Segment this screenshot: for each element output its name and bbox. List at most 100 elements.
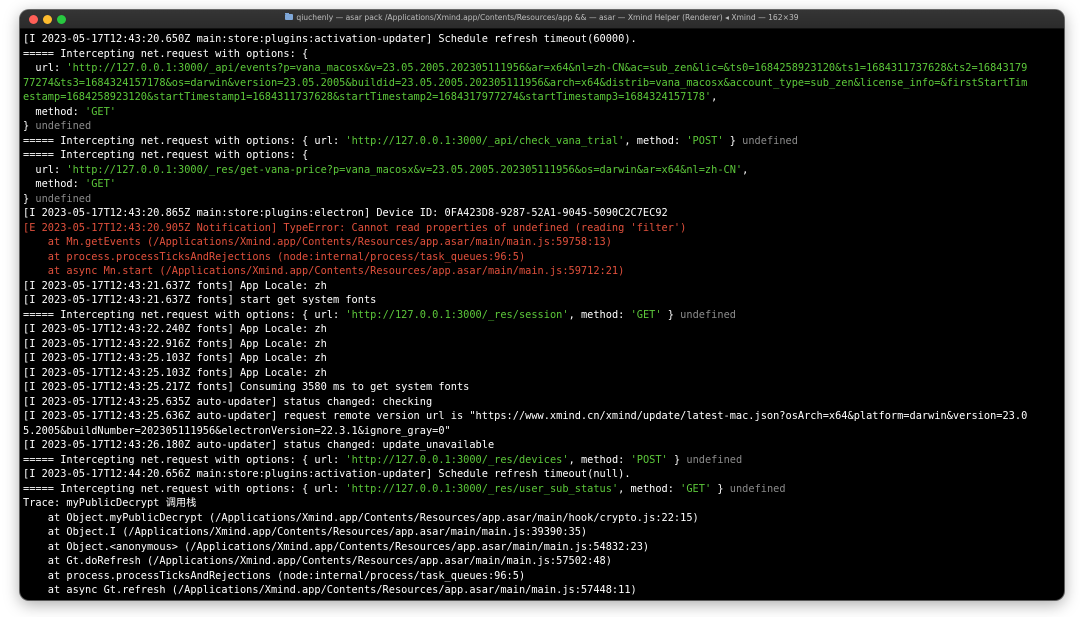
terminal-line: [I 2023-05-17T12:43:22.240Z fonts] App L… <box>23 322 1064 337</box>
terminal-text-segment: 'GET' <box>680 482 712 495</box>
terminal-line: at async Gt.refresh (/Applications/Xmind… <box>23 583 1064 598</box>
terminal-text-segment: undefined <box>742 134 798 147</box>
terminal-text-segment: at async Gt.refresh (/Applications/Xmind… <box>23 584 637 596</box>
terminal-text-segment: [E 2023-05-17T12:43:20.905Z Notification… <box>23 221 687 234</box>
terminal-text-segment: at Object.I (/Applications/Xmind.app/Con… <box>23 526 588 538</box>
terminal-text-segment: ===== Intercepting net.request with opti… <box>23 47 309 60</box>
terminal-text-segment: estamp=1684258923120&startTimestamp1=168… <box>23 91 712 103</box>
terminal-line: at Gt.doRefresh (/Applications/Xmind.app… <box>23 554 1064 569</box>
terminal-text-segment: method: <box>23 178 85 190</box>
terminal-line: [I 2023-05-17T12:43:25.217Z fonts] Consu… <box>23 380 1064 395</box>
terminal-line: } undefined <box>23 192 1064 207</box>
terminal-line: [I 2023-05-17T12:43:25.103Z fonts] App L… <box>23 366 1064 381</box>
terminal-text-segment: , method: <box>568 308 631 321</box>
terminal-line: ===== Intercepting net.request with opti… <box>23 482 1064 497</box>
terminal-line: at process.processTicksAndRejections (no… <box>23 250 1064 265</box>
terminal-line: [I 2023-05-17T12:43:25.635Z auto-updater… <box>23 395 1064 410</box>
terminal-text-segment: undefined <box>35 120 92 132</box>
terminal-line: url: 'http://127.0.0.1:3000/_api/events?… <box>23 61 1064 76</box>
terminal-text-segment: at async Mn.start (/Applications/Xmind.a… <box>23 265 625 277</box>
terminal-text-segment: [I 2023-05-17T12:43:22.240Z fonts] App L… <box>23 323 327 335</box>
terminal-text-segment: [I 2023-05-17T12:43:20.650Z main:store:p… <box>23 33 637 45</box>
terminal-text-segment: , <box>742 163 749 176</box>
terminal-line: at Object.I (/Applications/Xmind.app/Con… <box>23 525 1064 540</box>
terminal-text-segment: [I 2023-05-17T12:43:25.103Z fonts] App L… <box>23 352 327 364</box>
terminal-text-segment: undefined <box>35 192 92 205</box>
terminal-text-segment: undefined <box>686 453 743 466</box>
terminal-text-segment: undefined <box>729 482 786 495</box>
terminal-text-segment: [I 2023-05-17T12:43:25.103Z fonts] App L… <box>23 366 327 379</box>
terminal-line: ===== Intercepting net.request with opti… <box>23 148 1064 163</box>
terminal-text-segment: , <box>711 91 718 103</box>
terminal-output[interactable]: [I 2023-05-17T12:43:20.650Z main:store:p… <box>20 30 1064 600</box>
terminal-line: at async Mn.start (/Applications/Xmind.a… <box>23 264 1064 279</box>
terminal-line: at Object.<anonymous> (/Applications/Xmi… <box>23 540 1064 555</box>
terminal-line: [I 2023-05-17T12:43:25.103Z fonts] App L… <box>23 351 1064 366</box>
terminal-text-segment: 'http://127.0.0.1:3000/_res/get-vana-pri… <box>66 163 743 176</box>
terminal-line: [I 2023-05-17T12:43:25.636Z auto-updater… <box>23 409 1064 424</box>
terminal-text-segment: at process.processTicksAndRejections (no… <box>23 569 526 582</box>
terminal-text-segment: at process.processTicksAndRejections (no… <box>23 250 526 263</box>
terminal-text-segment: , method: <box>618 482 681 495</box>
terminal-text-segment: ===== Intercepting net.request with opti… <box>23 482 346 495</box>
terminal-text-segment: 'http://127.0.0.1:3000/_res/devices' <box>345 453 569 466</box>
terminal-text-segment: 'http://127.0.0.1:3000/_api/check_vana_t… <box>345 134 625 147</box>
terminal-text-segment: url: <box>23 62 67 74</box>
terminal-line: Trace: myPublicDecrypt 调用栈 <box>23 496 1064 511</box>
title-bar[interactable]: qiuchenly — asar pack /Applications/Xmin… <box>20 10 1064 29</box>
terminal-text-segment: 'GET' <box>85 105 116 118</box>
terminal-text-segment: undefined <box>680 308 736 321</box>
folder-icon <box>285 13 294 20</box>
terminal-line: ===== Intercepting net.request with opti… <box>23 453 1064 468</box>
terminal-text-segment: at Gt.doRefresh (/Applications/Xmind.app… <box>23 555 612 567</box>
terminal-line: method: 'GET' <box>23 105 1064 120</box>
terminal-line: ===== Intercepting net.request with opti… <box>23 47 1064 62</box>
terminal-line: [I 2023-05-17T12:43:26.180Z auto-updater… <box>23 438 1064 453</box>
terminal-text-segment: 'POST' <box>630 453 668 466</box>
terminal-text-segment: 'POST' <box>686 134 724 147</box>
terminal-text-segment: ===== Intercepting net.request with opti… <box>23 134 346 147</box>
terminal-line: ===== Intercepting net.request with opti… <box>23 308 1064 323</box>
terminal-text-segment: 'GET' <box>630 308 662 321</box>
terminal-line: at Mn.getEvents (/Applications/Xmind.app… <box>23 235 1064 250</box>
terminal-text-segment: [I 2023-05-17T12:43:21.637Z fonts] App L… <box>23 279 327 292</box>
terminal-text-segment: [I 2023-05-17T12:43:22.916Z fonts] App L… <box>23 337 327 350</box>
terminal-text-segment: ===== Intercepting net.request with opti… <box>23 149 309 161</box>
terminal-line: method: 'GET' <box>23 177 1064 192</box>
terminal-line: [I 2023-05-17T12:43:21.637Z fonts] start… <box>23 293 1064 308</box>
terminal-text-segment: at Mn.getEvents (/Applications/Xmind.app… <box>23 236 612 248</box>
terminal-text-segment: } <box>723 134 743 147</box>
terminal-line: [I 2023-05-17T12:44:20.656Z main:store:p… <box>23 467 1064 482</box>
terminal-line: [I 2023-05-17T12:43:20.865Z main:store:p… <box>23 206 1064 221</box>
terminal-text-segment: [I 2023-05-17T12:44:20.656Z main:store:p… <box>23 468 631 480</box>
terminal-text-segment: url: <box>23 163 67 176</box>
terminal-text-segment: [I 2023-05-17T12:43:25.636Z auto-updater… <box>23 410 1028 422</box>
terminal-text-segment: 'http://127.0.0.1:3000/_res/user_sub_sta… <box>345 482 619 495</box>
terminal-text-segment: , method: <box>624 134 687 147</box>
terminal-text-segment: at Object.<anonymous> (/Applications/Xmi… <box>23 540 650 553</box>
terminal-line: at process.processTicksAndRejections (no… <box>23 569 1064 584</box>
terminal-text-segment: 'http://127.0.0.1:3000/_api/events?p=van… <box>66 62 1028 74</box>
terminal-line: ===== Intercepting net.request with opti… <box>23 134 1064 149</box>
window-title-wrap: qiuchenly — asar pack /Applications/Xmin… <box>20 13 1064 22</box>
terminal-line: 5.2005&buildNumber=202305111956&electron… <box>23 424 1064 439</box>
terminal-line: estamp=1684258923120&startTimestamp1=168… <box>23 90 1064 105</box>
terminal-text-segment: } <box>23 192 36 205</box>
terminal-text-segment: ===== Intercepting net.request with opti… <box>23 308 346 321</box>
window-title: qiuchenly — asar pack /Applications/Xmin… <box>296 13 799 22</box>
terminal-text-segment: 5.2005&buildNumber=202305111956&electron… <box>23 424 451 437</box>
terminal-line: 77274&ts3=1684324157178&os=darwin&versio… <box>23 76 1064 91</box>
terminal-line: } undefined <box>23 119 1064 134</box>
terminal-text-segment: [I 2023-05-17T12:43:21.637Z fonts] start… <box>23 294 377 306</box>
terminal-text-segment: } <box>661 308 681 321</box>
terminal-text-segment: 'GET' <box>85 178 116 190</box>
terminal-line: at Object.myPublicDecrypt (/Applications… <box>23 511 1064 526</box>
terminal-text-segment: } <box>711 482 730 495</box>
terminal-line: [E 2023-05-17T12:43:20.905Z Notification… <box>23 221 1064 236</box>
terminal-text-segment: at Object.myPublicDecrypt (/Applications… <box>23 511 699 524</box>
terminal-text-segment: [I 2023-05-17T12:43:26.180Z auto-updater… <box>23 439 495 451</box>
terminal-text-segment: } <box>667 453 687 466</box>
terminal-line: [I 2023-05-17T12:43:22.916Z fonts] App L… <box>23 337 1064 352</box>
terminal-text-segment: 'http://127.0.0.1:3000/_res/session' <box>345 308 569 321</box>
terminal-window: qiuchenly — asar pack /Applications/Xmin… <box>20 10 1064 600</box>
